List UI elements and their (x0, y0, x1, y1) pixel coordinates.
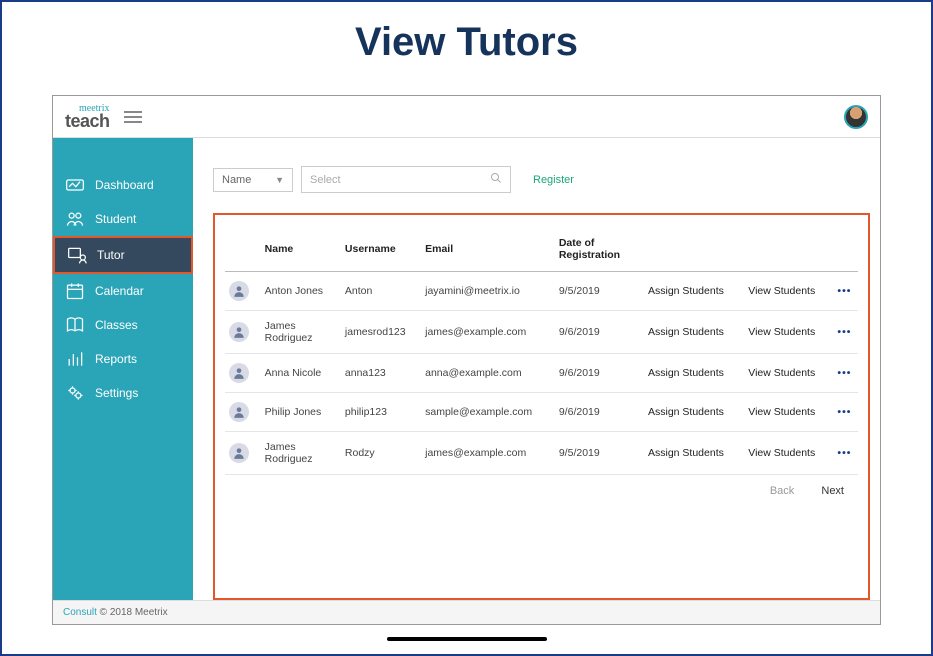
cell-name: James Rodriguez (261, 432, 341, 475)
row-avatar-icon (229, 402, 249, 422)
table-row: Anton JonesAntonjayamini@meetrix.io9/5/2… (225, 272, 858, 311)
cell-email: sample@example.com (421, 393, 555, 432)
reports-icon (65, 351, 85, 367)
calendar-icon (65, 283, 85, 299)
assign-students-link[interactable]: Assign Students (648, 447, 724, 459)
sidebar-item-reports[interactable]: Reports (53, 342, 193, 376)
cell-date: 9/5/2019 (555, 432, 644, 475)
cell-name: Anna Nicole (261, 354, 341, 393)
col-username: Username (341, 231, 421, 272)
settings-icon (65, 385, 85, 401)
sidebar-item-classes[interactable]: Classes (53, 308, 193, 342)
row-avatar-icon (229, 363, 249, 383)
classes-icon (65, 317, 85, 333)
row-avatar-icon (229, 281, 249, 301)
filter-dropdown-label: Name (222, 174, 251, 186)
view-students-link[interactable]: View Students (748, 447, 815, 459)
dashboard-icon (65, 177, 85, 193)
row-avatar-icon (229, 322, 249, 342)
student-icon (65, 211, 85, 227)
logo-bottom: teach (65, 113, 110, 129)
pager: Back Next (225, 475, 858, 501)
hamburger-icon[interactable] (124, 111, 142, 123)
table-row: James RodriguezRodzyjames@example.com9/5… (225, 432, 858, 475)
sidebar-item-calendar[interactable]: Calendar (53, 274, 193, 308)
view-students-link[interactable]: View Students (748, 406, 815, 418)
table-row: Anna Nicoleanna123anna@example.com9/6/20… (225, 354, 858, 393)
table-row: James Rodriguezjamesrod123james@example.… (225, 311, 858, 354)
sidebar-item-dashboard[interactable]: Dashboard (53, 168, 193, 202)
sidebar-item-label: Tutor (97, 248, 125, 262)
more-icon[interactable]: ••• (837, 285, 851, 297)
footer: Consult © 2018 Meetrix (53, 600, 880, 624)
cell-username: Anton (341, 272, 421, 311)
footer-link[interactable]: Consult (63, 607, 97, 618)
cell-email: james@example.com (421, 432, 555, 475)
table-row: Philip Jonesphilip123sample@example.com9… (225, 393, 858, 432)
cell-date: 9/6/2019 (555, 311, 644, 354)
view-students-link[interactable]: View Students (748, 367, 815, 379)
cell-date: 9/6/2019 (555, 354, 644, 393)
assign-students-link[interactable]: Assign Students (648, 285, 724, 297)
filter-row: Name ▼ Select Register (213, 166, 870, 193)
more-icon[interactable]: ••• (837, 406, 851, 418)
col-email: Email (421, 231, 555, 272)
sidebar-item-label: Calendar (95, 284, 144, 298)
cell-username: jamesrod123 (341, 311, 421, 354)
cell-email: james@example.com (421, 311, 555, 354)
tutor-icon (67, 247, 87, 263)
view-students-link[interactable]: View Students (748, 326, 815, 338)
more-icon[interactable]: ••• (837, 447, 851, 459)
search-placeholder: Select (310, 174, 341, 186)
app-frame: meetrix teach Dashboard Student Tutor Calen… (52, 95, 881, 625)
cell-username: Rodzy (341, 432, 421, 475)
view-students-link[interactable]: View Students (748, 285, 815, 297)
register-link[interactable]: Register (533, 174, 574, 186)
row-avatar-icon (229, 443, 249, 463)
cell-email: jayamini@meetrix.io (421, 272, 555, 311)
sidebar-item-label: Classes (95, 318, 138, 332)
app-body: Dashboard Student Tutor Calendar Classes Repo… (53, 138, 880, 600)
sidebar-item-label: Settings (95, 386, 138, 400)
home-indicator (387, 637, 547, 641)
user-avatar[interactable] (844, 105, 868, 129)
cell-name: James Rodriguez (261, 311, 341, 354)
sidebar-item-label: Student (95, 212, 136, 226)
cell-email: anna@example.com (421, 354, 555, 393)
cell-date: 9/5/2019 (555, 272, 644, 311)
filter-dropdown[interactable]: Name ▼ (213, 168, 293, 192)
search-input[interactable]: Select (301, 166, 511, 193)
sidebar-item-student[interactable]: Student (53, 202, 193, 236)
sidebar-item-label: Reports (95, 352, 137, 366)
pager-next[interactable]: Next (821, 485, 844, 497)
page-title: View Tutors (2, 2, 931, 75)
cell-name: Anton Jones (261, 272, 341, 311)
sidebar: Dashboard Student Tutor Calendar Classes Repo… (53, 138, 193, 600)
app-header: meetrix teach (53, 96, 880, 138)
sidebar-item-tutor[interactable]: Tutor (53, 236, 193, 274)
footer-text: © 2018 Meetrix (97, 607, 168, 618)
cell-username: philip123 (341, 393, 421, 432)
cell-username: anna123 (341, 354, 421, 393)
tutors-table-wrap: Name Username Email Date of Registration… (213, 213, 870, 600)
assign-students-link[interactable]: Assign Students (648, 406, 724, 418)
assign-students-link[interactable]: Assign Students (648, 326, 724, 338)
cell-date: 9/6/2019 (555, 393, 644, 432)
cell-name: Philip Jones (261, 393, 341, 432)
pager-back[interactable]: Back (770, 485, 794, 497)
logo: meetrix teach (65, 100, 110, 133)
sidebar-item-label: Dashboard (95, 178, 154, 192)
assign-students-link[interactable]: Assign Students (648, 367, 724, 379)
chevron-down-icon: ▼ (275, 175, 284, 185)
tutors-table: Name Username Email Date of Registration… (225, 231, 858, 475)
col-date: Date of Registration (555, 231, 644, 272)
main-content: Name ▼ Select Register Name (193, 138, 880, 600)
col-name: Name (261, 231, 341, 272)
search-icon (490, 172, 502, 187)
more-icon[interactable]: ••• (837, 367, 851, 379)
more-icon[interactable]: ••• (837, 326, 851, 338)
sidebar-item-settings[interactable]: Settings (53, 376, 193, 410)
